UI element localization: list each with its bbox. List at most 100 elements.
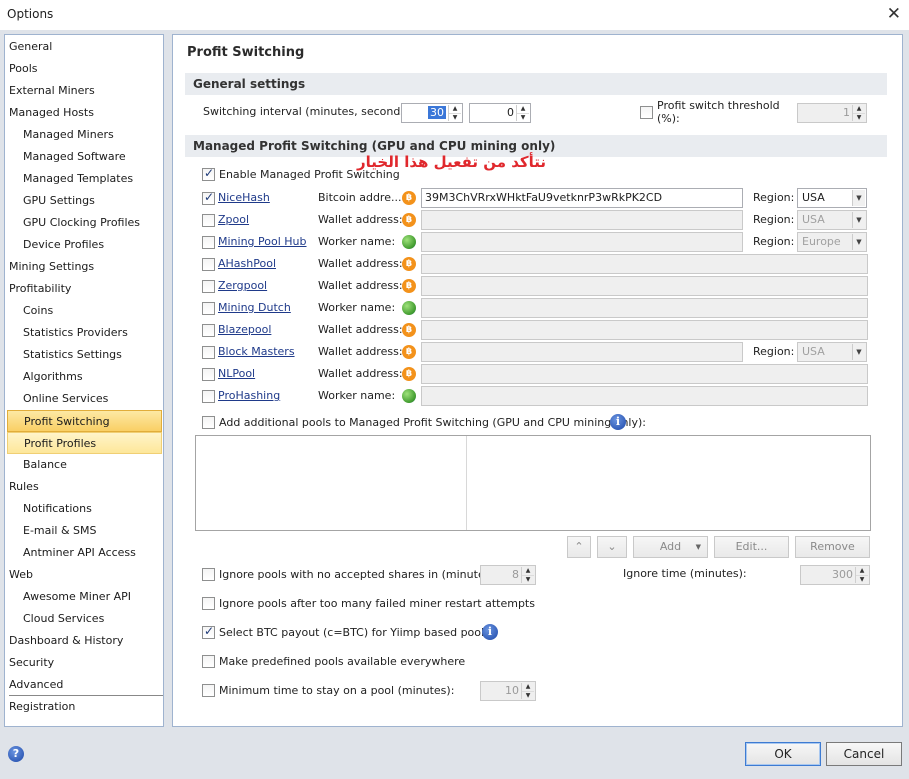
spin-up-icon[interactable]: ▲ bbox=[856, 567, 868, 575]
nav-item-antminer-api-access[interactable]: Antminer API Access bbox=[23, 542, 136, 564]
spin-down-icon[interactable]: ▼ bbox=[856, 575, 868, 583]
pool-address-input-zergpool[interactable] bbox=[421, 276, 868, 296]
region-select-zpool[interactable]: USA ▼ bbox=[797, 210, 867, 230]
pool-address-input-ahashpool[interactable] bbox=[421, 254, 868, 274]
nav-item-pools[interactable]: Pools bbox=[9, 58, 38, 80]
region-select-nicehash[interactable]: USA ▼ bbox=[797, 188, 867, 208]
spin-down-icon[interactable]: ▼ bbox=[522, 691, 534, 699]
nav-item-online-services[interactable]: Online Services bbox=[23, 388, 108, 410]
pool-address-input-mining-pool-hub[interactable] bbox=[421, 232, 743, 252]
pool-link-mining-dutch[interactable]: Mining Dutch bbox=[218, 301, 291, 314]
spin-up-icon[interactable]: ▲ bbox=[517, 105, 529, 113]
nav-item-balance[interactable]: Balance bbox=[23, 454, 67, 476]
nav-item-rules[interactable]: Rules bbox=[9, 476, 39, 498]
close-icon[interactable]: ✕ bbox=[887, 4, 901, 24]
nav-item-awesome-miner-api[interactable]: Awesome Miner API bbox=[23, 586, 131, 608]
edit-pool-button[interactable]: Edit... bbox=[714, 536, 789, 558]
pool-link-mining-pool-hub[interactable]: Mining Pool Hub bbox=[218, 235, 307, 248]
ignore-no-shares-spinner[interactable]: 8 ▲ ▼ bbox=[480, 565, 536, 585]
pool-link-zpool[interactable]: Zpool bbox=[218, 213, 249, 226]
interval-seconds-spinner[interactable]: 0 ▲ ▼ bbox=[469, 103, 531, 123]
pool-checkbox-blazepool[interactable] bbox=[202, 324, 215, 337]
nav-item-coins[interactable]: Coins bbox=[23, 300, 53, 322]
pool-link-zergpool[interactable]: Zergpool bbox=[218, 279, 267, 292]
min-time-spinner[interactable]: 10 ▲ ▼ bbox=[480, 681, 536, 701]
nav-item-e-mail-sms[interactable]: E-mail & SMS bbox=[23, 520, 97, 542]
nav-item-managed-templates[interactable]: Managed Templates bbox=[23, 168, 133, 190]
btc-payout-checkbox[interactable] bbox=[202, 624, 215, 639]
nav-item-managed-miners[interactable]: Managed Miners bbox=[23, 124, 114, 146]
additional-pools-list[interactable] bbox=[195, 435, 871, 531]
pool-address-input-nlpool[interactable] bbox=[421, 364, 868, 384]
spin-down-icon[interactable]: ▼ bbox=[522, 575, 534, 583]
pool-link-nlpool[interactable]: NLPool bbox=[218, 367, 255, 380]
nav-item-managed-software[interactable]: Managed Software bbox=[23, 146, 126, 168]
pool-address-input-prohashing[interactable] bbox=[421, 386, 868, 406]
pool-address-input-blazepool[interactable] bbox=[421, 320, 868, 340]
spin-up-icon[interactable]: ▲ bbox=[853, 105, 865, 113]
nav-item-cloud-services[interactable]: Cloud Services bbox=[23, 608, 104, 630]
nav-item-registration[interactable]: Registration bbox=[9, 696, 75, 718]
nav-item-mining-settings[interactable]: Mining Settings bbox=[9, 256, 94, 278]
nav-item-statistics-settings[interactable]: Statistics Settings bbox=[23, 344, 122, 366]
predefined-pools-checkbox[interactable] bbox=[202, 655, 215, 668]
move-down-button[interactable]: ⌄ bbox=[597, 536, 627, 558]
nav-item-statistics-providers[interactable]: Statistics Providers bbox=[23, 322, 128, 344]
pool-address-input-zpool[interactable] bbox=[421, 210, 743, 230]
additional-pools-checkbox[interactable] bbox=[202, 416, 215, 429]
pool-checkbox-mining-dutch[interactable] bbox=[202, 302, 215, 315]
pool-link-nicehash[interactable]: NiceHash bbox=[218, 191, 270, 204]
nav-item-advanced[interactable]: Advanced bbox=[9, 674, 63, 696]
spin-up-icon[interactable]: ▲ bbox=[522, 683, 534, 691]
nav-item-web[interactable]: Web bbox=[9, 564, 33, 586]
spin-down-icon[interactable]: ▼ bbox=[853, 113, 865, 121]
profit-threshold-spinner[interactable]: 1 ▲ ▼ bbox=[797, 103, 867, 123]
remove-pool-button[interactable]: Remove bbox=[795, 536, 870, 558]
info-icon[interactable]: i bbox=[610, 414, 626, 430]
ignore-failed-restart-checkbox[interactable] bbox=[202, 597, 215, 610]
pool-checkbox-ahashpool[interactable] bbox=[202, 258, 215, 271]
nav-item-security[interactable]: Security bbox=[9, 652, 54, 674]
pool-checkbox-zpool[interactable] bbox=[202, 214, 215, 227]
spin-up-icon[interactable]: ▲ bbox=[522, 567, 534, 575]
region-select-mining-pool-hub[interactable]: Europe ▼ bbox=[797, 232, 867, 252]
region-select-block-masters[interactable]: USA ▼ bbox=[797, 342, 867, 362]
nav-item-notifications[interactable]: Notifications bbox=[23, 498, 92, 520]
pool-checkbox-block-masters[interactable] bbox=[202, 346, 215, 359]
profit-threshold-checkbox[interactable] bbox=[640, 106, 653, 119]
nav-item-device-profiles[interactable]: Device Profiles bbox=[23, 234, 104, 256]
pool-checkbox-zergpool[interactable] bbox=[202, 280, 215, 293]
min-time-checkbox[interactable] bbox=[202, 684, 215, 697]
pool-checkbox-mining-pool-hub[interactable] bbox=[202, 236, 215, 249]
pool-link-prohashing[interactable]: ProHashing bbox=[218, 389, 280, 402]
ignore-no-shares-checkbox[interactable] bbox=[202, 568, 215, 581]
nav-item-profit-switching[interactable]: Profit Switching bbox=[7, 410, 162, 432]
pool-link-blazepool[interactable]: Blazepool bbox=[218, 323, 271, 336]
move-up-button[interactable]: ⌃ bbox=[567, 536, 591, 558]
nav-item-external-miners[interactable]: External Miners bbox=[9, 80, 95, 102]
help-icon[interactable]: ? bbox=[8, 746, 24, 762]
nav-item-general[interactable]: General bbox=[9, 36, 52, 58]
nav-item-profit-profiles[interactable]: Profit Profiles bbox=[7, 432, 162, 454]
pool-address-input-block-masters[interactable] bbox=[421, 342, 743, 362]
pool-address-input-nicehash[interactable]: 39M3ChVRrxWHktFaU9vetknrP3wRkPK2CD bbox=[421, 188, 743, 208]
nav-item-managed-hosts[interactable]: Managed Hosts bbox=[9, 102, 94, 124]
cancel-button[interactable]: Cancel bbox=[826, 742, 902, 766]
add-pool-button[interactable]: Add ▼ bbox=[633, 536, 708, 558]
interval-minutes-spinner[interactable]: 30 ▲ ▼ bbox=[401, 103, 463, 123]
info-icon[interactable]: i bbox=[482, 624, 498, 640]
pool-checkbox-prohashing[interactable] bbox=[202, 390, 215, 403]
nav-item-gpu-settings[interactable]: GPU Settings bbox=[23, 190, 95, 212]
nav-item-gpu-clocking-profiles[interactable]: GPU Clocking Profiles bbox=[23, 212, 140, 234]
nav-item-dashboard-history[interactable]: Dashboard & History bbox=[9, 630, 123, 652]
ok-button[interactable]: OK bbox=[745, 742, 821, 766]
spin-down-icon[interactable]: ▼ bbox=[517, 113, 529, 121]
pool-address-input-mining-dutch[interactable] bbox=[421, 298, 868, 318]
ignore-time-spinner[interactable]: 300 ▲ ▼ bbox=[800, 565, 870, 585]
pool-link-ahashpool[interactable]: AHashPool bbox=[218, 257, 276, 270]
nav-item-profitability[interactable]: Profitability bbox=[9, 278, 71, 300]
enable-managed-checkbox[interactable] bbox=[202, 166, 215, 181]
nav-item-algorithms[interactable]: Algorithms bbox=[23, 366, 83, 388]
pool-checkbox-nicehash[interactable] bbox=[202, 190, 215, 205]
spin-down-icon[interactable]: ▼ bbox=[449, 113, 461, 121]
